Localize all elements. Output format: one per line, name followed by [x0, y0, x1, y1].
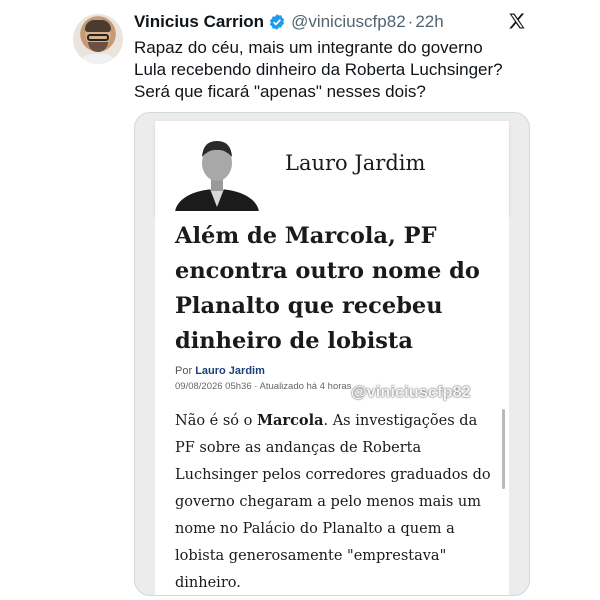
byline-prefix: Por [175, 365, 193, 377]
author-name[interactable]: Vinicius Carrion [134, 12, 264, 32]
article-body: Não é só o Marcola. As investigações da … [175, 407, 497, 595]
embedded-article-image[interactable]: Lauro Jardim Além de Marcola, PF encontr… [134, 112, 530, 596]
columnist-header: Lauro Jardim [155, 121, 509, 217]
tweet-time[interactable]: 22h [415, 12, 443, 32]
author-avatar[interactable] [73, 14, 123, 64]
tweet: Vinicius Carrion @viniciuscfp82 · 22h Ra… [0, 0, 600, 600]
article-timestamp: 09/08/2026 05h36 · Atualizado há 4 horas [175, 381, 352, 392]
scrollbar[interactable] [502, 409, 505, 489]
article-byline: Por Lauro Jardim [175, 365, 265, 377]
tweet-text: Rapaz do céu, mais um integrante do gove… [134, 38, 503, 101]
article-headline: Além de Marcola, PF encontra outro nome … [175, 223, 480, 354]
body-text-bold: Marcola [256, 412, 324, 429]
body-text-start: Não é só o [175, 413, 257, 429]
tweet-header: Vinicius Carrion @viniciuscfp82 · 22h [134, 11, 444, 33]
x-logo-icon[interactable] [508, 12, 526, 30]
watermark: @viniciuscfp82 [351, 384, 471, 401]
verified-badge-icon [270, 14, 285, 30]
article-body-box: Não é só o Marcola. As investigações da … [155, 399, 509, 595]
author-handle[interactable]: @viniciuscfp82 [291, 12, 406, 32]
separator-dot: · [407, 12, 414, 31]
byline-author[interactable]: Lauro Jardim [195, 365, 265, 377]
body-text-rest: . As investigações da PF sobre as andanç… [175, 413, 491, 591]
columnist-photo [175, 141, 259, 213]
columnist-name: Lauro Jardim [285, 151, 426, 175]
